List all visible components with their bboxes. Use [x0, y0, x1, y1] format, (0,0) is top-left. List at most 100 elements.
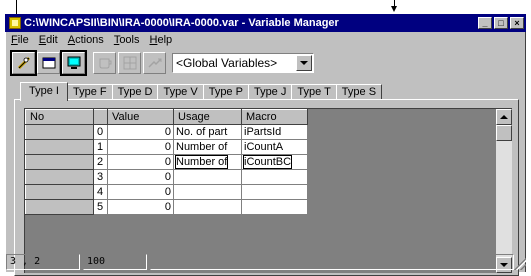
- variable-table: No Value Usage Macro 0 0 No. of part iParts…: [25, 109, 308, 215]
- edit-variable-button[interactable]: [10, 50, 37, 76]
- row-header[interactable]: [25, 124, 94, 140]
- menu-actions-mnemonic: A: [67, 34, 76, 46]
- table-row[interactable]: 2 0 Number of iCountBC: [25, 154, 308, 170]
- cell-value[interactable]: 0: [107, 154, 174, 170]
- row-index[interactable]: 2: [93, 154, 108, 170]
- cell-usage-text: Number of: [174, 155, 229, 169]
- tab-panel: No Value Usage Macro 0 0 No. of part iParts…: [14, 99, 519, 276]
- monitor-button[interactable]: [60, 50, 87, 76]
- row-index[interactable]: 5: [93, 199, 108, 215]
- maximize-button[interactable]: □: [494, 17, 508, 29]
- edit-pencil-icon: [17, 56, 30, 70]
- scope-select-dropdown-button[interactable]: [296, 55, 312, 71]
- menu-file[interactable]: File: [6, 34, 34, 46]
- menu-bar: File Edit Actions Tools Help: [6, 32, 177, 48]
- row-header[interactable]: [25, 154, 94, 170]
- app-icon[interactable]: [9, 17, 21, 29]
- grid-icon: [123, 56, 136, 70]
- scroll-thumb[interactable]: [496, 125, 512, 141]
- column-header-usage[interactable]: Usage: [173, 109, 242, 125]
- row-header[interactable]: [25, 184, 94, 200]
- resize-grip[interactable]: [514, 258, 526, 270]
- tab-type-i[interactable]: Type I: [20, 82, 68, 101]
- table-body: 0 0 No. of part iPartsId 1 0 Number of iCountA 2…: [25, 124, 308, 215]
- cell-macro[interactable]: [241, 199, 308, 215]
- window-frame: File Edit Actions Tools Help <Global Var…: [5, 32, 527, 276]
- status-cursor-position: 3 , 2: [6, 254, 80, 270]
- row-index[interactable]: 3: [93, 169, 108, 185]
- title-bar[interactable]: C:\WINCAPSII\BIN\IRA-0000\IRA-0000.var -…: [5, 14, 526, 32]
- table-row[interactable]: 0 0 No. of part iPartsId: [25, 124, 308, 140]
- variable-manager-window: C:\WINCAPSII\BIN\IRA-0000\IRA-0000.var -…: [0, 0, 531, 276]
- cell-value[interactable]: 0: [107, 169, 174, 185]
- cell-macro[interactable]: iCountA: [241, 139, 308, 155]
- cell-macro[interactable]: iPartsId: [241, 124, 308, 140]
- monitor-icon: [67, 56, 80, 69]
- column-header-macro[interactable]: Macro: [241, 109, 308, 125]
- scope-select-value: <Global Variables>: [176, 56, 278, 70]
- menu-help[interactable]: Help: [145, 34, 178, 46]
- tab-type-s[interactable]: Type S: [335, 84, 383, 100]
- close-button[interactable]: ×: [510, 17, 524, 29]
- column-header-no[interactable]: No: [25, 109, 94, 125]
- variable-grid[interactable]: No Value Usage Macro 0 0 No. of part iParts…: [24, 108, 512, 273]
- menu-edit[interactable]: Edit: [34, 34, 63, 46]
- menu-file-mnemonic: F: [11, 34, 18, 46]
- scope-select[interactable]: <Global Variables>: [172, 53, 314, 73]
- cell-value[interactable]: 0: [107, 139, 174, 155]
- cell-macro-text: iCountBC: [242, 155, 293, 169]
- minimize-button[interactable]: _: [478, 17, 492, 29]
- cell-usage[interactable]: [173, 199, 242, 215]
- row-index[interactable]: 1: [93, 139, 108, 155]
- scroll-up-button[interactable]: [496, 109, 512, 125]
- cell-value[interactable]: 0: [107, 199, 174, 215]
- cup-icon: [99, 58, 111, 69]
- menu-help-rest: elp: [157, 34, 173, 46]
- tab-type-j[interactable]: Type J: [247, 84, 293, 100]
- row-index[interactable]: 4: [93, 184, 108, 200]
- table-row[interactable]: 1 0 Number of iCountA: [25, 139, 308, 155]
- row-header[interactable]: [25, 169, 94, 185]
- menu-tools-rest: ools: [119, 34, 140, 46]
- tab-type-t[interactable]: Type T: [291, 84, 337, 100]
- column-header-value[interactable]: Value: [107, 109, 174, 125]
- menu-actions[interactable]: Actions: [63, 34, 109, 46]
- row-header[interactable]: [25, 199, 94, 215]
- status-bar: 3 , 2 100: [6, 253, 527, 271]
- row-header[interactable]: [25, 139, 94, 155]
- window-icon: [42, 57, 55, 69]
- cell-macro[interactable]: [241, 184, 308, 200]
- menu-actions-rest: ctions: [75, 34, 104, 46]
- window-view-button[interactable]: [37, 52, 60, 74]
- table-row[interactable]: 40: [25, 184, 308, 200]
- grid-button[interactable]: [118, 52, 141, 74]
- table-header-row: No Value Usage Macro: [25, 109, 308, 125]
- status-cell-value: 100: [83, 254, 147, 270]
- column-header-index: [93, 109, 108, 125]
- toolbar: <Global Variables>: [6, 49, 525, 77]
- tab-type-f[interactable]: Type F: [66, 84, 113, 100]
- vertical-scrollbar[interactable]: [496, 109, 512, 273]
- type-tabs: Type I Type F Type D Type V Type P Type …: [20, 82, 383, 101]
- tab-type-v[interactable]: Type V: [157, 84, 204, 100]
- cell-usage[interactable]: [173, 169, 242, 185]
- cell-usage[interactable]: Number of: [173, 154, 242, 170]
- cell-usage[interactable]: [173, 184, 242, 200]
- cell-usage[interactable]: No. of part: [173, 124, 242, 140]
- cup-button[interactable]: [93, 52, 116, 74]
- menu-tools[interactable]: Tools: [109, 34, 145, 46]
- transfer-button[interactable]: [143, 52, 166, 74]
- cell-value[interactable]: 0: [107, 184, 174, 200]
- cell-macro[interactable]: [241, 169, 308, 185]
- cell-macro[interactable]: iCountBC: [241, 154, 308, 170]
- arrow-up-icon: [500, 115, 508, 119]
- table-row[interactable]: 50: [25, 199, 308, 215]
- table-row[interactable]: 30: [25, 169, 308, 185]
- menu-edit-mnemonic: E: [38, 34, 47, 46]
- menu-edit-rest: dit: [46, 34, 58, 46]
- tab-type-d[interactable]: Type D: [111, 84, 159, 100]
- cell-usage[interactable]: Number of: [173, 139, 242, 155]
- cell-value[interactable]: 0: [107, 124, 174, 140]
- row-index[interactable]: 0: [93, 124, 108, 140]
- tab-type-p[interactable]: Type P: [202, 84, 249, 100]
